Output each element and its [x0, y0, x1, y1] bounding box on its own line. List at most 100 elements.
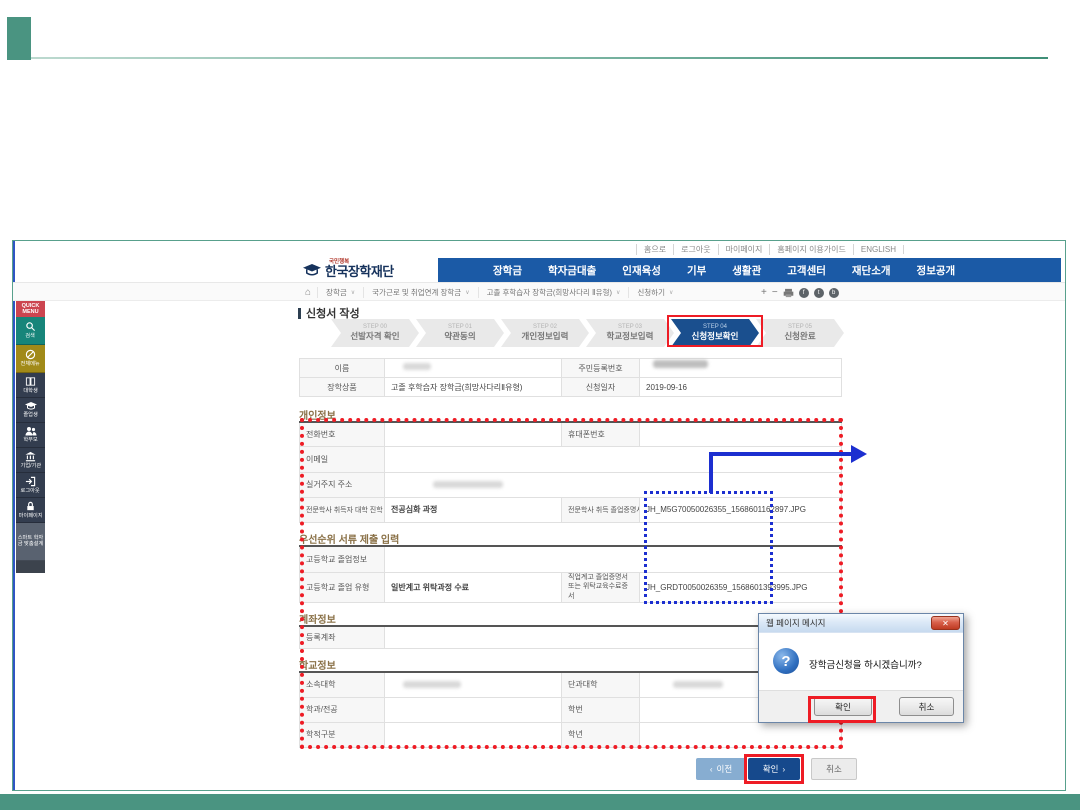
- step-label: 신청정보확인: [692, 331, 739, 342]
- nav-item-disclosure[interactable]: 정보공개: [917, 263, 956, 278]
- sidebar-item-all-menu[interactable]: 전체메뉴: [16, 345, 45, 373]
- cell-label-name: 이름: [300, 359, 385, 378]
- step-03-school-info: STEP 03 학교정보입력: [586, 319, 674, 347]
- step-label: 약관동의: [444, 331, 475, 342]
- utility-link-guide[interactable]: 홈페이지 이용가이드: [770, 244, 853, 255]
- cell-label-mobile: 휴대폰번호: [562, 422, 640, 446]
- sidebar-item-corporate[interactable]: 기업/기관: [16, 448, 45, 473]
- breadcrumb-item-apply[interactable]: 신청하기 ∨: [628, 287, 681, 298]
- section-title-school-info: 학교정보: [299, 657, 336, 672]
- sidebar-item-parents[interactable]: 학부모: [16, 423, 45, 448]
- previous-step-button[interactable]: ‹ 이전: [696, 758, 746, 780]
- breadcrumb-item-work-scholarship[interactable]: 국가근로 및 취업연계 장학금 ∨: [363, 287, 477, 298]
- breadcrumb-label: 장학금: [326, 287, 347, 298]
- web-page-message-dialog: 웹 페이지 메시지 ✕ ? 장학금신청을 하시겠습니까? 확인 취소: [758, 613, 964, 723]
- utility-link-bar: 홈으로 로그아웃 마이페이지 홈페이지 이용가이드 ENGLISH: [636, 244, 904, 255]
- nav-item-dormitory[interactable]: 생활관: [732, 263, 761, 278]
- home-icon[interactable]: ⌂: [305, 287, 311, 298]
- quick-menu-sidebar: QUICK MENU 검색 전체메뉴 대학생: [16, 301, 45, 573]
- nav-item-about[interactable]: 재단소개: [852, 263, 891, 278]
- page-title-text: 신청서 작성: [306, 305, 360, 321]
- site-logo[interactable]: 국민행복 한국장학재단: [303, 258, 394, 282]
- dialog-message-text: 장학금신청을 하시겠습니까?: [809, 657, 922, 671]
- page-title: 신청서 작성: [298, 305, 360, 321]
- blog-icon[interactable]: b: [829, 288, 839, 298]
- sidebar-item-undergraduate[interactable]: 대학생: [16, 373, 45, 398]
- breadcrumb-item-scholarship[interactable]: 장학금 ∨: [317, 287, 363, 298]
- cell-label-university: 소속대학: [300, 672, 385, 697]
- confirm-button[interactable]: 확인 ›: [748, 758, 800, 780]
- cell-label-associate-degree-type: 전문학사 취득자 대학 진학 유형: [300, 497, 385, 522]
- sidebar-item-graduate[interactable]: 졸업생: [16, 398, 45, 423]
- chevron-down-icon: ∨: [669, 289, 673, 296]
- section-title-priority-documents: 우선순위 서류 제출 입력: [299, 531, 399, 546]
- table-row: 전문학사 취득자 대학 진학 유형 전공심화 과정 전문학사 취득 졸업증명서 …: [300, 497, 842, 522]
- page-tools: + − f t b: [761, 283, 839, 302]
- sidebar-item-mypage[interactable]: 마이페이지: [16, 498, 45, 523]
- logo-slogan: 국민행복: [329, 257, 349, 265]
- cell-value-grade-year: [640, 722, 842, 747]
- cell-label-resident-no: 주민등록번호: [562, 359, 640, 378]
- cell-label-college: 단과대학: [562, 672, 640, 697]
- utility-link-logout[interactable]: 로그아웃: [674, 244, 718, 255]
- sidebar-item-label: 마이페이지: [18, 513, 42, 519]
- cell-label-grade-year: 학년: [562, 722, 640, 747]
- breadcrumb-bar: ⌂ 장학금 ∨ 국가근로 및 취업연계 장학금 ∨ 고졸 후학습자 장학금(희망…: [13, 282, 1065, 301]
- title-accent-bar: [298, 308, 301, 319]
- previous-button-label: 이전: [717, 763, 733, 775]
- nav-item-talent[interactable]: 인재육성: [622, 263, 661, 278]
- table-row: 전화번호 휴대폰번호: [300, 422, 842, 446]
- dialog-cancel-button[interactable]: 취소: [899, 697, 954, 716]
- quick-menu-badge: QUICK MENU: [16, 301, 45, 317]
- dialog-title-text: 웹 페이지 메시지: [766, 617, 825, 629]
- breadcrumb-item-program[interactable]: 고졸 후학습자 장학금(희망사다리 Ⅱ유형) ∨: [478, 287, 629, 298]
- nav-item-student-loan[interactable]: 학자금대출: [548, 263, 596, 278]
- slide-divider-line: [31, 57, 1048, 59]
- sidebar-item-smart-plan[interactable]: 스마트 학자금 맞춤설계: [16, 523, 45, 561]
- font-zoom-out-button[interactable]: −: [772, 288, 778, 298]
- sidebar-item-logout[interactable]: 로그아웃: [16, 473, 45, 498]
- main-nav-bar: 장학금 학자금대출 인재육성 기부 생활관 고객센터 재단소개 정보공개: [438, 258, 1061, 282]
- dialog-ok-button[interactable]: 확인: [814, 697, 872, 716]
- utility-link-english[interactable]: ENGLISH: [854, 245, 904, 254]
- nav-item-customer-center[interactable]: 고객센터: [787, 263, 826, 278]
- cell-value-resident-no: [640, 359, 842, 378]
- twitter-icon[interactable]: t: [814, 288, 824, 298]
- close-icon[interactable]: ✕: [931, 616, 960, 630]
- step-label: 개인정보입력: [522, 331, 569, 342]
- facebook-icon[interactable]: f: [799, 288, 809, 298]
- sidebar-item-label: 로그아웃: [21, 488, 40, 494]
- cell-value-email: [385, 446, 842, 472]
- step-01-terms: STEP 01 약관동의: [416, 319, 504, 347]
- step-02-personal-info: STEP 02 개인정보입력: [501, 319, 589, 347]
- cell-value-enrollment-status: [385, 722, 562, 747]
- cell-label-graduation-certificate: 전문학사 취득 졸업증명서: [562, 497, 640, 522]
- utility-link-mypage[interactable]: 마이페이지: [719, 244, 771, 255]
- search-icon: [25, 321, 36, 332]
- cell-label-product: 장학상품: [300, 378, 385, 397]
- step-number: STEP 00: [363, 324, 387, 332]
- cell-value-associate-degree-type: 전공심화 과정: [385, 497, 562, 522]
- blue-arrow-head: [851, 445, 867, 463]
- table-row: 고등학교 졸업정보: [300, 546, 842, 572]
- graduation-cap-logo-icon: [303, 263, 321, 277]
- book-icon: [25, 376, 36, 387]
- cell-value-university: [385, 672, 562, 697]
- printer-icon[interactable]: [783, 288, 794, 298]
- applicant-summary-table: 이름 주민등록번호 장학상품 고졸 후학습자 장학금(희망사다리Ⅱ유형) 신청일…: [299, 358, 841, 397]
- chevron-down-icon: ∨: [351, 289, 355, 296]
- chevron-down-icon: ∨: [465, 289, 469, 296]
- sidebar-item-label: 대학생: [23, 388, 37, 394]
- cell-label-highschool-info: 고등학교 졸업정보: [300, 546, 385, 572]
- people-icon: [25, 426, 37, 436]
- cancel-button[interactable]: 취소: [811, 758, 857, 780]
- sidebar-item-search[interactable]: 검색: [16, 317, 45, 345]
- utility-link-home[interactable]: 홈으로: [636, 244, 674, 255]
- font-zoom-in-button[interactable]: +: [761, 288, 767, 298]
- sidebar-item-label: 기업/기관: [20, 463, 41, 469]
- table-row: 학적구분 학년: [300, 722, 842, 747]
- nav-item-scholarship[interactable]: 장학금: [493, 263, 522, 278]
- dialog-body: ? 장학금신청을 하시겠습니까?: [759, 633, 963, 691]
- step-00-eligibility: STEP 00 선발자격 확인: [331, 319, 419, 347]
- nav-item-donation[interactable]: 기부: [687, 263, 706, 278]
